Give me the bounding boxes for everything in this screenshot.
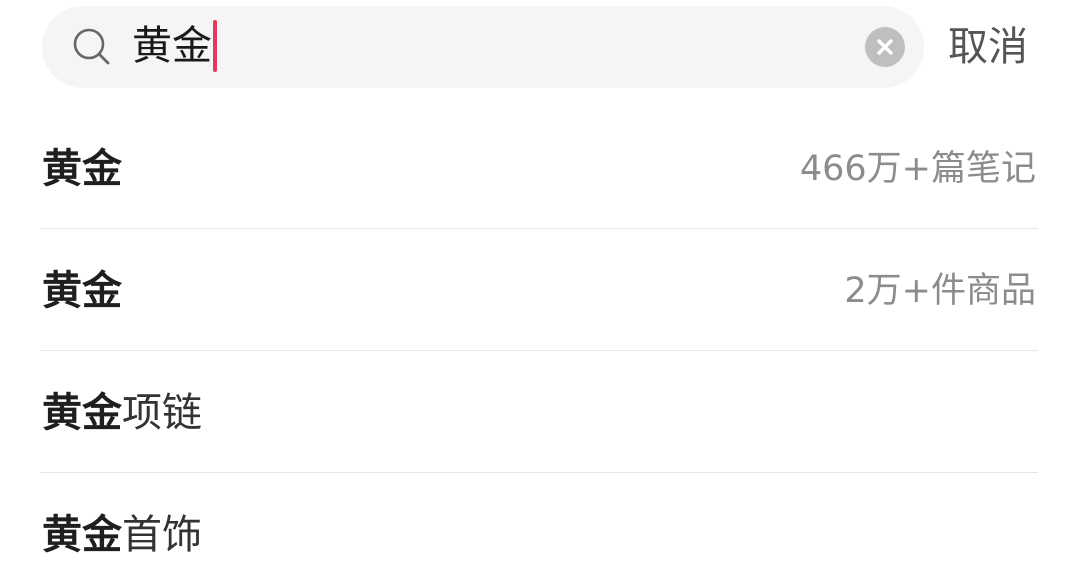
cancel-button[interactable]: 取消	[948, 22, 1028, 72]
search-page: 黄金 取消 黄金 466万+篇笔记 黄金 2万+件商品 黄金项链 黄金首饰	[0, 0, 1080, 581]
suggestion-highlight: 黄金	[42, 512, 122, 558]
suggestion-count: 466万+篇笔记	[799, 149, 1036, 189]
suggestion-highlight: 黄金	[42, 268, 122, 314]
text-caret	[213, 20, 217, 72]
suggestion-highlight: 黄金	[42, 390, 122, 436]
suggestion-title: 黄金首饰	[42, 510, 202, 560]
suggestion-count: 2万+件商品	[844, 271, 1036, 311]
suggestion-title: 黄金项链	[42, 388, 202, 438]
suggestion-item[interactable]: 黄金 2万+件商品	[42, 230, 1038, 352]
search-input[interactable]: 黄金	[132, 20, 217, 72]
search-query-text: 黄金	[132, 23, 212, 69]
suggestion-rest: 首饰	[122, 512, 202, 558]
suggestion-item[interactable]: 黄金项链	[42, 352, 1038, 474]
divider	[40, 228, 1038, 229]
suggestion-rest: 项链	[122, 390, 202, 436]
suggestion-title: 黄金	[42, 266, 122, 316]
suggestion-item[interactable]: 黄金首饰	[42, 474, 1038, 581]
divider	[40, 472, 1038, 473]
suggestion-item[interactable]: 黄金 466万+篇笔记	[42, 108, 1038, 230]
suggestion-title: 黄金	[42, 144, 122, 194]
clear-icon	[877, 39, 893, 55]
divider	[40, 350, 1038, 351]
clear-search-button[interactable]	[865, 27, 905, 67]
suggestion-highlight: 黄金	[42, 146, 122, 192]
search-icon	[73, 28, 110, 65]
